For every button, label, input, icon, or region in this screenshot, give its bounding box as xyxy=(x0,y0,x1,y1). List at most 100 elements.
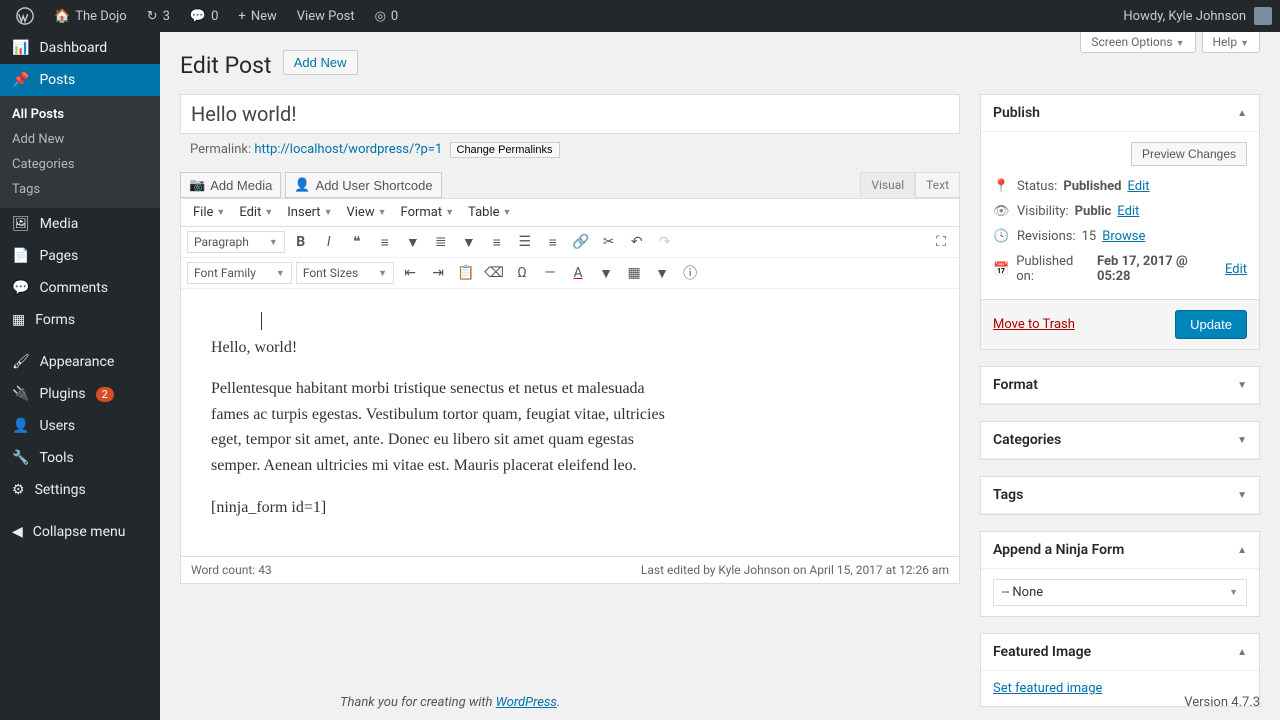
sidebar-item-users[interactable]: 👤Users xyxy=(0,410,160,442)
menu-file[interactable]: File▼ xyxy=(187,201,231,224)
toolbar-row2: Font Family▼ Font Sizes▼ ⇤ ⇥ 📋 ⌫ Ω — A▼ … xyxy=(181,258,959,289)
help-button[interactable]: ⓘ xyxy=(678,261,702,285)
user-icon: 👤 xyxy=(294,177,310,193)
collapse-menu[interactable]: ◀Collapse menu xyxy=(0,516,160,548)
submenu-all-posts[interactable]: All Posts xyxy=(0,102,160,127)
tags-box[interactable]: Tags▼ xyxy=(980,476,1260,515)
submenu-categories[interactable]: Categories xyxy=(0,152,160,177)
sidebar-item-tools[interactable]: 🔧Tools xyxy=(0,442,160,474)
permalink-row: Permalink: http://localhost/wordpress/?p… xyxy=(180,134,960,166)
site-name[interactable]: 🏠The Dojo xyxy=(46,0,135,32)
new-content[interactable]: +New xyxy=(230,0,284,32)
toggle-icon[interactable]: ▲ xyxy=(1237,108,1247,119)
add-media-button[interactable]: 📷Add Media xyxy=(180,172,281,198)
update-button[interactable]: Update xyxy=(1175,310,1247,339)
align-center-button[interactable]: ☰ xyxy=(513,230,537,254)
comments-count[interactable]: 💬0 xyxy=(182,0,227,32)
fullscreen-button[interactable]: ⛶ xyxy=(929,230,953,254)
permalink-link[interactable]: http://localhost/wordpress/?p=1 xyxy=(254,142,442,157)
clear-format-button[interactable]: ⌫ xyxy=(482,261,506,285)
table-button[interactable]: ▦ xyxy=(622,261,646,285)
sidebar-item-appearance[interactable]: 🖌Appearance xyxy=(0,346,160,378)
menu-format[interactable]: Format▼ xyxy=(395,201,461,224)
refresh-icon: ↻ xyxy=(147,9,158,24)
add-shortcode-button[interactable]: 👤Add User Shortcode xyxy=(285,172,441,198)
version: Version 4.7.3 xyxy=(1184,695,1260,710)
plus-icon: + xyxy=(238,9,245,24)
plugin-icon: 🔌 xyxy=(12,386,29,402)
target-icon: ◎ xyxy=(375,9,386,24)
align-left-button[interactable]: ≡ xyxy=(485,230,509,254)
menu-insert[interactable]: Insert▼ xyxy=(281,201,338,224)
page-icon: 📄 xyxy=(12,248,29,264)
number-list-button[interactable]: ≣ xyxy=(429,230,453,254)
edit-status[interactable]: Edit xyxy=(1127,179,1149,194)
text-tab[interactable]: Text xyxy=(915,172,960,198)
bold-button[interactable]: B xyxy=(289,230,313,254)
menu-edit[interactable]: Edit▼ xyxy=(233,201,279,224)
undo-button[interactable]: ↶ xyxy=(625,230,649,254)
sidebar-item-comments[interactable]: 💬Comments xyxy=(0,272,160,304)
sidebar-item-plugins[interactable]: 🔌Plugins2 xyxy=(0,378,160,410)
preview-button[interactable]: Preview Changes xyxy=(1131,142,1247,166)
screen-options-tab[interactable]: Screen Options ▼ xyxy=(1080,32,1195,53)
sidebar-item-media[interactable]: 🖼Media xyxy=(0,208,160,240)
pin-icon: 📍 xyxy=(993,179,1011,194)
edit-date[interactable]: Edit xyxy=(1225,262,1247,277)
post-title-input[interactable]: Hello world! xyxy=(180,94,960,134)
wp-footer: Thank you for creating with WordPress. V… xyxy=(340,685,1260,720)
add-new-button[interactable]: Add New xyxy=(283,50,358,75)
menu-view[interactable]: View▼ xyxy=(340,201,392,224)
wordpress-link[interactable]: WordPress xyxy=(496,695,557,710)
paste-button[interactable]: 📋 xyxy=(454,261,478,285)
editor-body[interactable]: Hello, world! Pellentesque habitant morb… xyxy=(181,289,959,556)
blockquote-button[interactable]: ❝ xyxy=(345,230,369,254)
page-title: Edit Post xyxy=(180,52,272,79)
browse-revisions[interactable]: Browse xyxy=(1102,229,1145,244)
indent-button[interactable]: ⇥ xyxy=(426,261,450,285)
comment-icon: 💬 xyxy=(12,280,29,296)
paragraph: Pellentesque habitant morbi tristique se… xyxy=(211,376,671,478)
move-to-trash[interactable]: Move to Trash xyxy=(993,317,1075,332)
redo-button[interactable]: ↷ xyxy=(653,230,677,254)
edit-visibility[interactable]: Edit xyxy=(1117,204,1139,219)
fontsize-select[interactable]: Font Sizes▼ xyxy=(296,262,394,284)
hr-button[interactable]: — xyxy=(538,261,562,285)
textcolor-button[interactable]: A xyxy=(566,261,590,285)
editor-menubar: File▼ Edit▼ Insert▼ View▼ Format▼ Table▼ xyxy=(181,199,959,227)
visual-tab[interactable]: Visual xyxy=(860,172,915,198)
italic-button[interactable]: I xyxy=(317,230,341,254)
format-select[interactable]: Paragraph▼ xyxy=(187,231,285,253)
sidebar-item-settings[interactable]: ⚙Settings xyxy=(0,474,160,506)
menu-table[interactable]: Table▼ xyxy=(462,201,517,224)
submenu-add-new[interactable]: Add New xyxy=(0,127,160,152)
howdy[interactable]: Howdy, Kyle Johnson xyxy=(1123,9,1246,24)
help-tab[interactable]: Help ▼ xyxy=(1202,32,1261,53)
sidebar-item-dashboard[interactable]: 📊Dashboard xyxy=(0,32,160,64)
wp-logo[interactable] xyxy=(8,0,42,32)
specialchar-button[interactable]: Ω xyxy=(510,261,534,285)
paragraph: Hello, world! xyxy=(211,335,929,361)
align-right-button[interactable]: ≡ xyxy=(541,230,565,254)
sidebar-item-posts[interactable]: 📌Posts xyxy=(0,64,160,96)
revision-icon: 🕓 xyxy=(993,229,1011,244)
user-icon: 👤 xyxy=(12,418,29,434)
ninja-form-select[interactable]: -- None▼ xyxy=(993,579,1247,606)
avatar[interactable] xyxy=(1254,7,1272,25)
fontfamily-select[interactable]: Font Family▼ xyxy=(187,262,292,284)
bullet-list-button[interactable]: ≡ xyxy=(373,230,397,254)
camera-icon: 📷 xyxy=(189,177,205,193)
view-post[interactable]: View Post xyxy=(289,0,363,32)
sidebar-item-pages[interactable]: 📄Pages xyxy=(0,240,160,272)
unlink-button[interactable]: ✂ xyxy=(597,230,621,254)
sidebar-item-forms[interactable]: ▦Forms xyxy=(0,304,160,336)
updates[interactable]: ↻3 xyxy=(139,0,178,32)
change-permalinks-button[interactable]: Change Permalinks xyxy=(450,142,560,158)
collapse-icon: ◀ xyxy=(12,524,23,540)
link-button[interactable]: 🔗 xyxy=(569,230,593,254)
outdent-button[interactable]: ⇤ xyxy=(398,261,422,285)
ninja-count[interactable]: ◎0 xyxy=(367,0,407,32)
submenu-tags[interactable]: Tags xyxy=(0,177,160,202)
format-box[interactable]: Format▼ xyxy=(980,366,1260,405)
categories-box[interactable]: Categories▼ xyxy=(980,421,1260,460)
